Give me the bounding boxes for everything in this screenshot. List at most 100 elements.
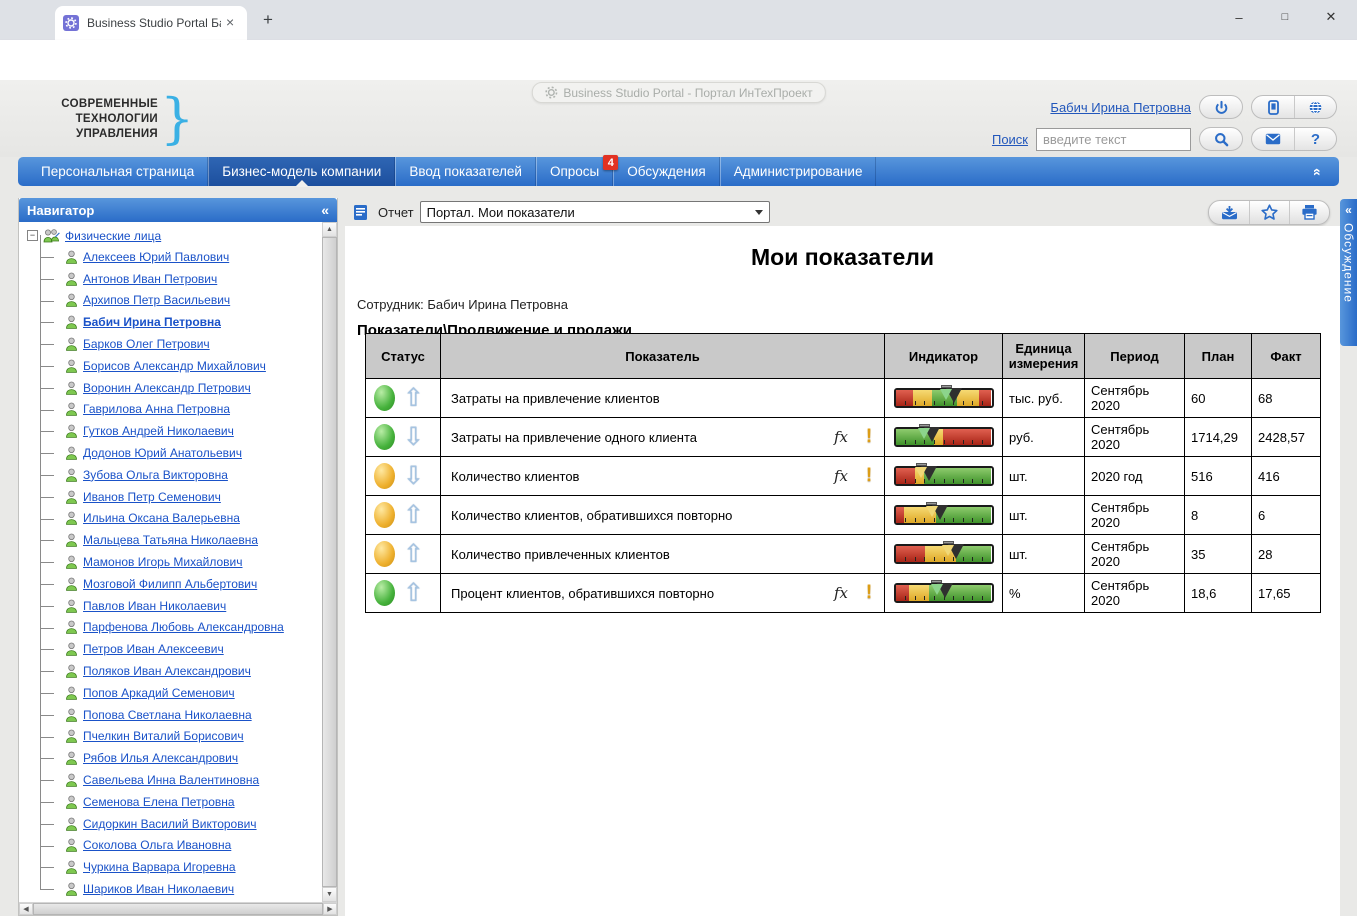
- person-link[interactable]: Антонов Иван Петрович: [83, 272, 217, 286]
- trend-up-icon: ⇧: [403, 388, 424, 408]
- person-link[interactable]: Гаврилова Анна Петровна: [83, 402, 230, 416]
- person-link[interactable]: Ильина Оксана Валерьевна: [83, 511, 240, 525]
- person-link[interactable]: Алексеев Юрий Павлович: [83, 250, 229, 264]
- help-button[interactable]: ?: [1294, 128, 1336, 150]
- report-document-icon: [353, 204, 368, 221]
- tree-expander-icon[interactable]: −: [27, 230, 38, 241]
- status-cell: ⇩: [366, 457, 441, 496]
- indicator-gauge-cell: [885, 418, 1003, 457]
- person-link[interactable]: Сидоркин Василий Викторович: [83, 817, 257, 831]
- window-maximize-button[interactable]: □: [1262, 0, 1308, 34]
- nav-tab-surveys[interactable]: Опросы4: [536, 157, 613, 186]
- person-tree-item: Гутков Андрей Николаевич: [27, 420, 322, 442]
- person-link[interactable]: Борисов Александр Михайлович: [83, 359, 266, 373]
- window-minimize-button[interactable]: –: [1216, 0, 1262, 34]
- discussion-collapse-icon: «: [1345, 203, 1352, 217]
- person-link[interactable]: Мальцева Татьяна Николаевна: [83, 533, 258, 547]
- logout-button[interactable]: [1199, 95, 1243, 119]
- person-tree-item: Борисов Александр Михайлович: [27, 355, 322, 377]
- person-tree-item: Соколова Ольга Ивановна: [27, 835, 322, 857]
- person-link[interactable]: Барков Олег Петрович: [83, 337, 210, 351]
- alert-exclamation-icon: !: [860, 582, 878, 604]
- discussion-panel-tab[interactable]: « Обсуждение: [1340, 199, 1357, 346]
- indicator-gauge-cell: [885, 574, 1003, 613]
- person-link[interactable]: Зубова Ольга Викторовна: [83, 468, 228, 482]
- nav-collapse-button[interactable]: «: [1297, 157, 1339, 186]
- person-link[interactable]: Гутков Андрей Николаевич: [83, 424, 234, 438]
- person-link[interactable]: Петров Иван Алексеевич: [83, 642, 224, 656]
- nav-tab-personal[interactable]: Персональная страница: [28, 157, 208, 186]
- person-link[interactable]: Шариков Иван Николаевич: [83, 882, 234, 896]
- person-link[interactable]: Бабич Ирина Петровна: [83, 315, 221, 329]
- person-link[interactable]: Парфенова Любовь Александровна: [83, 620, 284, 634]
- nav-tab-label: Администрирование: [734, 164, 863, 179]
- person-tree-item: Мозговой Филипп Альбертович: [27, 573, 322, 595]
- person-link[interactable]: Иванов Петр Семенович: [83, 490, 221, 504]
- tree-root-link[interactable]: Физические лица: [65, 229, 161, 243]
- person-link[interactable]: Попова Светлана Николаевна: [83, 708, 252, 722]
- nav-tab-label: Персональная страница: [41, 164, 194, 179]
- person-link[interactable]: Додонов Юрий Анатольевич: [83, 446, 242, 460]
- sidebar-vertical-scrollbar[interactable]: ▲ ▼: [322, 222, 337, 902]
- scroll-right-icon[interactable]: ▶: [323, 903, 337, 915]
- plan-cell: 18,6: [1185, 574, 1252, 613]
- indicator-name: Количество клиентов: [451, 469, 579, 484]
- person-link[interactable]: Воронин Александр Петрович: [83, 381, 251, 395]
- unit-cell: шт.: [1003, 496, 1085, 535]
- tree-root: − Физические лица: [27, 225, 322, 246]
- person-link[interactable]: Мозговой Филипп Альбертович: [83, 577, 257, 591]
- indicator-name-cell: Количество клиентовfx!: [441, 457, 885, 496]
- scroll-left-icon[interactable]: ◀: [19, 903, 33, 915]
- person-link[interactable]: Савельева Инна Валентиновна: [83, 773, 259, 787]
- plan-cell: 1714,29: [1185, 418, 1252, 457]
- person-tree-item: Мальцева Татьяна Николаевна: [27, 529, 322, 551]
- report-selector-value: Портал. Мои показатели: [427, 205, 575, 220]
- person-link[interactable]: Архипов Петр Васильевич: [83, 293, 230, 307]
- horizontal-scroll-thumb[interactable]: [33, 903, 323, 915]
- sidebar-collapse-icon[interactable]: «: [321, 202, 329, 218]
- person-link[interactable]: Попов Аркадий Семенович: [83, 686, 235, 700]
- user-profile-link[interactable]: Бабич Ирина Петровна: [1050, 100, 1191, 115]
- report-selector[interactable]: Портал. Мои показатели: [420, 201, 770, 223]
- person-link[interactable]: Чуркина Варвара Игоревна: [83, 860, 236, 874]
- person-link[interactable]: Пчелкин Виталий Борисович: [83, 729, 244, 743]
- person-link[interactable]: Рябов Илья Александрович: [83, 751, 238, 765]
- close-tab-icon[interactable]: ×: [221, 14, 239, 32]
- sidebar-horizontal-scrollbar[interactable]: ◀ ▶: [19, 902, 337, 915]
- search-link[interactable]: Поиск: [992, 132, 1028, 147]
- browser-tab[interactable]: Business Studio Portal Бабич Ир ×: [55, 6, 247, 40]
- person-link[interactable]: Семенова Елена Петровна: [83, 795, 235, 809]
- export-button[interactable]: [1209, 201, 1249, 224]
- person-link[interactable]: Мамонов Игорь Михайлович: [83, 555, 243, 569]
- nav-tab-data-entry[interactable]: Ввод показателей: [395, 157, 536, 186]
- scroll-up-icon[interactable]: ▲: [322, 222, 337, 237]
- search-button[interactable]: [1199, 127, 1243, 151]
- print-button[interactable]: [1289, 201, 1329, 224]
- indicator-name-cell: Количество клиентов, обратившихся повтор…: [441, 496, 885, 535]
- period-cell: Сентябрь 2020: [1085, 574, 1185, 613]
- trend-down-icon: ⇩: [403, 466, 424, 486]
- person-link[interactable]: Поляков Иван Александрович: [83, 664, 251, 678]
- nav-tab-administration[interactable]: Администрирование: [720, 157, 877, 186]
- person-tree-item: Антонов Иван Петрович: [27, 268, 322, 290]
- scroll-down-icon[interactable]: ▼: [322, 887, 337, 902]
- person-link[interactable]: Соколова Ольга Ивановна: [83, 838, 231, 852]
- favorite-button[interactable]: [1249, 201, 1289, 224]
- mobile-version-button[interactable]: [1252, 96, 1294, 118]
- new-tab-button[interactable]: +: [258, 10, 278, 30]
- gauge-marker-icon: [929, 580, 945, 583]
- person-link[interactable]: Павлов Иван Николаевич: [83, 599, 226, 613]
- vertical-scroll-thumb[interactable]: [322, 237, 337, 887]
- nav-tab-discussions[interactable]: Обсуждения: [613, 157, 719, 186]
- tab-title: Business Studio Portal Бабич Ир: [87, 16, 221, 30]
- window-close-button[interactable]: ✕: [1308, 0, 1354, 34]
- kpi-column-header: Факт: [1252, 334, 1321, 379]
- person-tree-item: Иванов Петр Семенович: [27, 486, 322, 508]
- search-input[interactable]: [1036, 128, 1191, 151]
- star-icon: [1261, 204, 1278, 220]
- person-icon: [65, 446, 78, 460]
- gear-icon: [544, 86, 557, 99]
- nav-tab-business-model[interactable]: Бизнес-модель компании: [208, 157, 395, 186]
- language-button[interactable]: [1294, 96, 1336, 118]
- feedback-button[interactable]: [1252, 128, 1294, 150]
